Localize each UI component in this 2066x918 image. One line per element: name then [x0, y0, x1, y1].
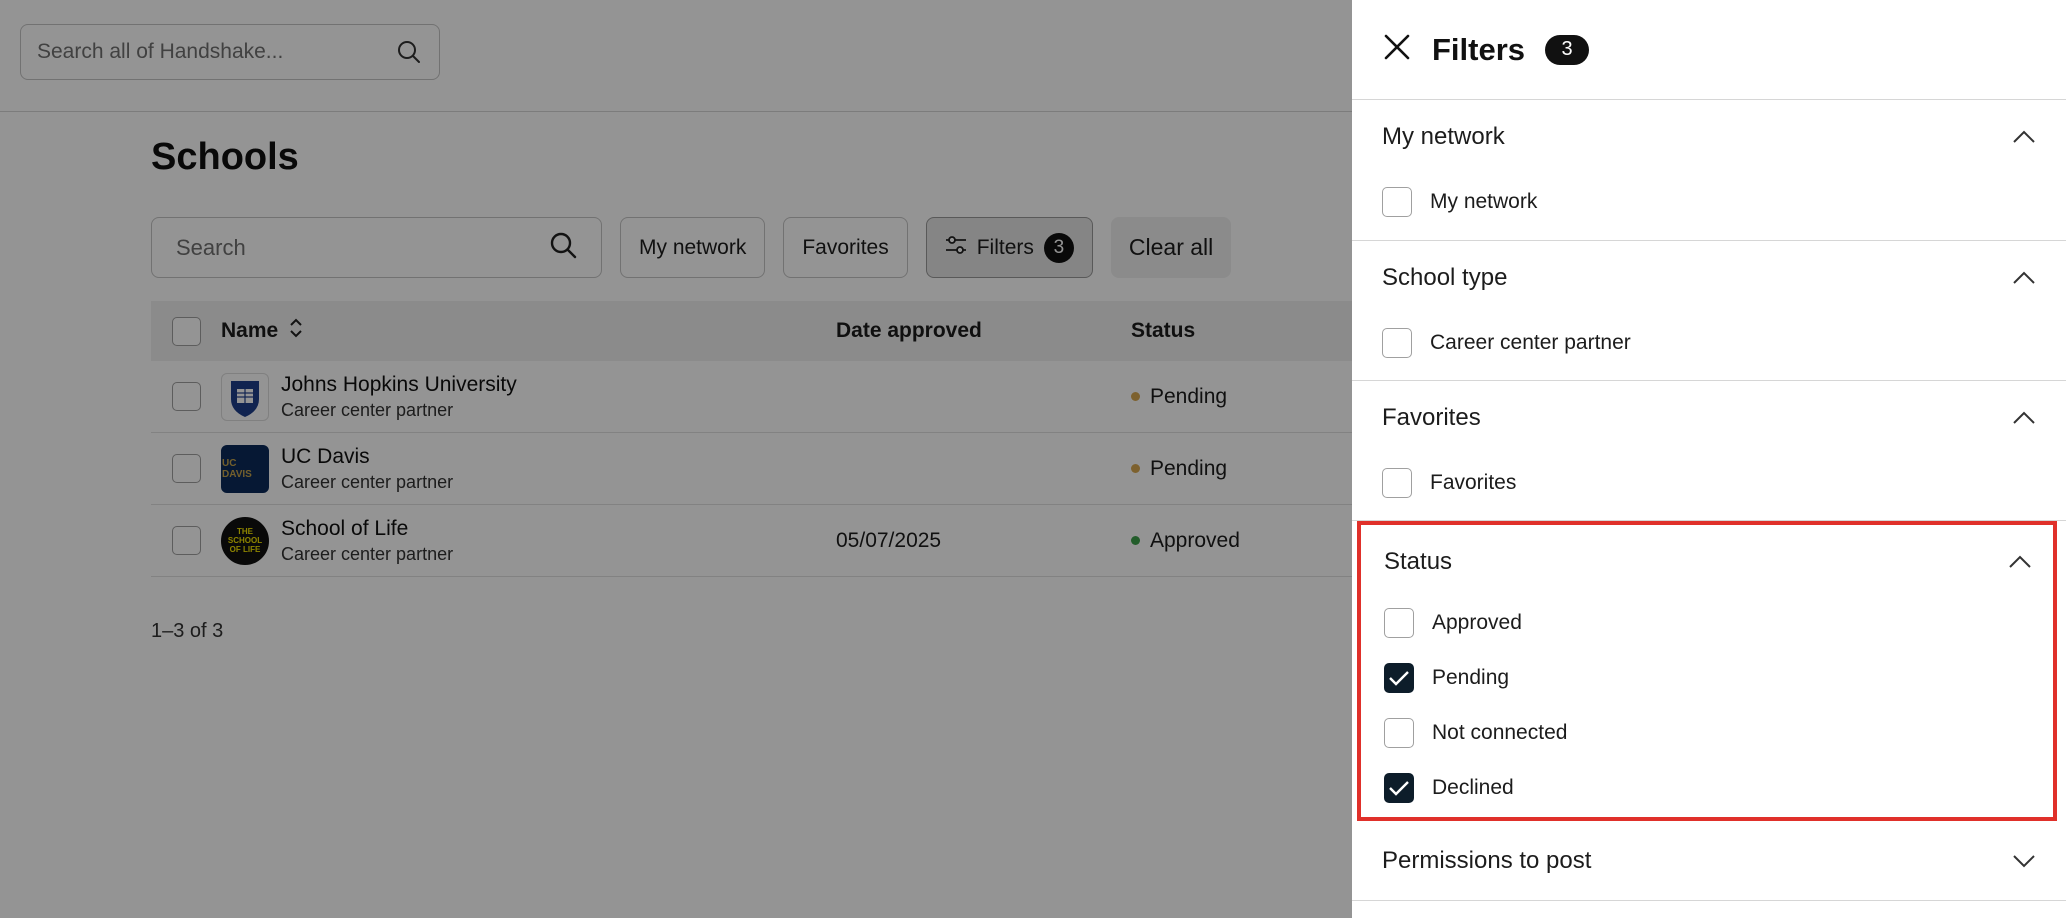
filter-section-title: Permissions to post: [1382, 847, 1592, 874]
filter-section-title: Status: [1384, 548, 1453, 575]
option-label: Not connected: [1432, 720, 1568, 744]
filter-section-header[interactable]: Permissions to post: [1382, 821, 2036, 901]
close-icon[interactable]: [1382, 32, 1412, 67]
option-checkbox[interactable]: [1384, 717, 1414, 748]
option-checkbox[interactable]: [1382, 327, 1412, 358]
option-checkbox[interactable]: [1382, 467, 1412, 498]
filter-section-title: My network: [1382, 123, 1505, 150]
option-checkbox-checked[interactable]: [1384, 772, 1414, 803]
filter-section-header[interactable]: Favorites: [1382, 381, 2036, 455]
option-checkbox[interactable]: [1382, 186, 1412, 217]
filter-section-status: Status Approved Pending Not connected De…: [1357, 521, 2057, 821]
filters-panel-header: Filters 3: [1352, 0, 2066, 100]
filter-section-title: School type: [1382, 264, 1508, 291]
option-label: Approved: [1432, 610, 1522, 634]
option-label: My network: [1430, 189, 1538, 213]
filter-option-favorites[interactable]: Favorites: [1382, 455, 2036, 510]
filter-option-approved[interactable]: Approved: [1384, 595, 2032, 650]
chevron-up-icon[interactable]: [2012, 264, 2036, 292]
filter-option-pending[interactable]: Pending: [1384, 650, 2032, 705]
chevron-up-icon[interactable]: [2008, 548, 2032, 576]
filter-section-header[interactable]: School type: [1382, 241, 2036, 315]
modal-backdrop[interactable]: [0, 0, 1352, 918]
filters-panel-title: Filters: [1432, 31, 1526, 67]
filter-section-my-network: My network My network: [1352, 100, 2066, 241]
option-label: Career center partner: [1430, 330, 1631, 354]
filter-section-favorites: Favorites Favorites: [1352, 381, 2066, 521]
filter-section-title: Favorites: [1382, 404, 1481, 431]
filter-section-header[interactable]: My network: [1382, 100, 2036, 174]
chevron-up-icon[interactable]: [2012, 123, 2036, 151]
filter-option-not-connected[interactable]: Not connected: [1384, 705, 2032, 760]
option-checkbox-checked[interactable]: [1384, 662, 1414, 693]
checkmark-icon: [1389, 780, 1409, 796]
filter-option-career-center-partner[interactable]: Career center partner: [1382, 315, 2036, 370]
chevron-up-icon[interactable]: [2012, 404, 2036, 432]
filter-option-my-network[interactable]: My network: [1382, 174, 2036, 229]
checkmark-icon: [1389, 670, 1409, 686]
filters-panel-count-badge: 3: [1545, 34, 1590, 65]
filter-option-declined[interactable]: Declined: [1384, 760, 2032, 815]
option-label: Pending: [1432, 665, 1510, 689]
option-label: Declined: [1432, 775, 1514, 799]
filter-section-school-type: School type Career center partner: [1352, 241, 2066, 381]
filter-section-header[interactable]: Status: [1384, 525, 2032, 599]
filter-section-permissions: Permissions to post: [1352, 821, 2066, 901]
chevron-down-icon[interactable]: [2012, 847, 2036, 875]
filters-panel: Filters 3 My network My network School t…: [1352, 0, 2066, 918]
option-checkbox[interactable]: [1384, 607, 1414, 638]
option-label: Favorites: [1430, 470, 1517, 494]
